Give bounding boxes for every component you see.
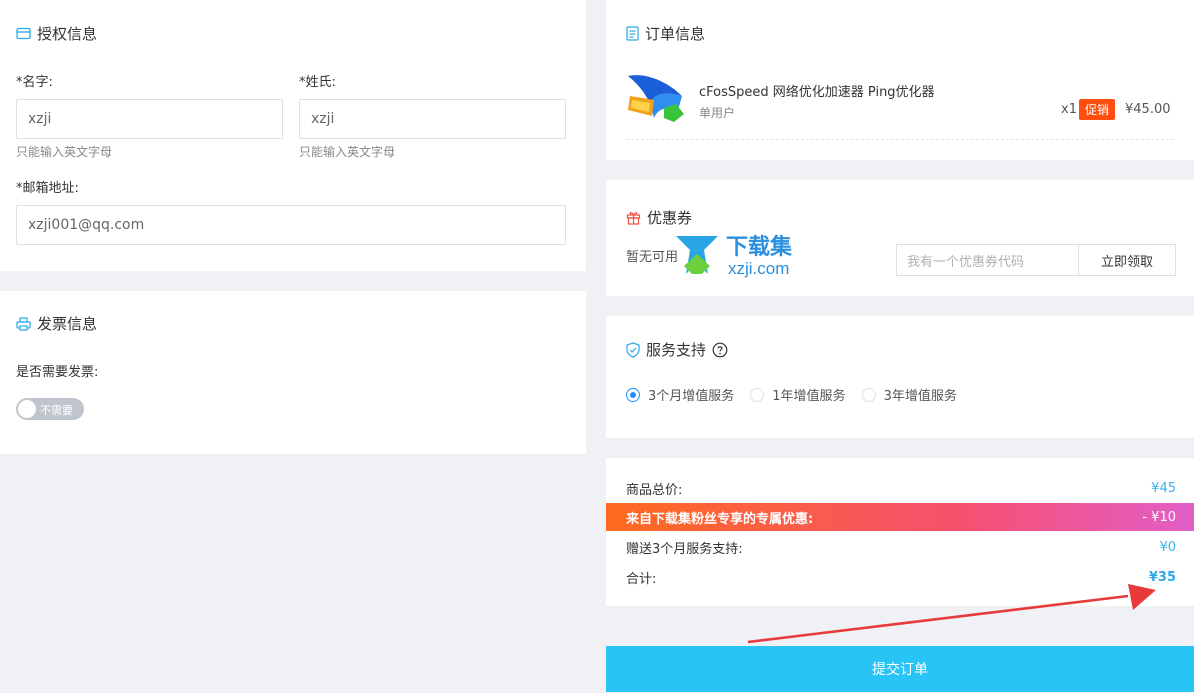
discount-row: 来自下载集粉丝专享的专属优惠: - ¥10 bbox=[606, 503, 1194, 531]
total-price-label: 商品总价: bbox=[626, 482, 683, 498]
watermark-logo: 下载集 xzji.com bbox=[676, 234, 793, 278]
sum-row: 合计: ¥35 bbox=[606, 563, 1194, 591]
promo-badge: 促销 bbox=[1079, 99, 1116, 120]
service-option-3-months[interactable]: 3个月增值服务 bbox=[626, 385, 734, 404]
email-input[interactable]: xzji001@qq.com bbox=[16, 205, 566, 245]
coupon-title-text: 优惠券 bbox=[647, 209, 693, 227]
card-icon bbox=[16, 27, 31, 40]
first-name-hint: 只能输入英文字母 bbox=[16, 145, 113, 159]
order-title-text: 订单信息 bbox=[645, 25, 706, 43]
watermark-en: xzji.com bbox=[728, 259, 789, 278]
watermark-cn: 下载集 bbox=[726, 234, 793, 259]
gift-row: 赠送3个月服务支持: ¥0 bbox=[606, 533, 1194, 561]
product-logo-icon bbox=[628, 75, 684, 122]
service-option-label: 3个月增值服务 bbox=[648, 389, 735, 404]
radio-checked[interactable] bbox=[626, 387, 640, 402]
divider bbox=[626, 139, 1174, 140]
first-name-value: xzji bbox=[28, 111, 52, 127]
last-name-input[interactable]: xzji bbox=[299, 99, 566, 139]
last-name-label: *姓氏: bbox=[299, 75, 336, 90]
gift-value: ¥0 bbox=[1159, 539, 1176, 555]
service-option-label: 1年增值服务 bbox=[772, 389, 846, 404]
email-label: *邮箱地址: bbox=[16, 181, 79, 196]
service-option-1-year[interactable]: 1年增值服务 bbox=[750, 385, 846, 404]
claim-coupon-button[interactable]: 立即领取 bbox=[1078, 244, 1176, 276]
sum-label: 合计: bbox=[626, 571, 657, 587]
sum-value: ¥35 bbox=[1148, 569, 1176, 585]
product-qty: x1 bbox=[1061, 102, 1077, 117]
invoice-title-text: 发票信息 bbox=[37, 315, 98, 333]
coupon-none-text: 暂无可用 bbox=[626, 250, 679, 265]
order-panel: 订单信息 cFosSpeed 网络优化加速器 Ping优化器 单用户 x1 促销… bbox=[606, 0, 1194, 160]
total-price-value: ¥45 bbox=[1151, 480, 1176, 496]
invoice-question: 是否需要发票: bbox=[16, 365, 99, 380]
service-title-text: 服务支持 bbox=[646, 341, 707, 359]
summary-panel: 商品总价: ¥45 来自下载集粉丝专享的专属优惠: - ¥10 赠送3个月服务支… bbox=[606, 458, 1194, 606]
service-panel: 服务支持 3个月增值服务 1年增值服务 3年增值服务 bbox=[606, 316, 1194, 438]
gift-icon bbox=[626, 212, 641, 225]
total-price-row: 商品总价: ¥45 bbox=[606, 474, 1194, 502]
service-options: 3个月增值服务 1年增值服务 3年增值服务 bbox=[626, 385, 973, 404]
coupon-code-input[interactable]: 我有一个优惠券代码 bbox=[896, 244, 1079, 276]
radio-unchecked[interactable] bbox=[861, 387, 876, 402]
last-name-value: xzji bbox=[311, 111, 335, 127]
invoice-toggle[interactable]: 不需要 bbox=[16, 398, 84, 420]
auth-panel: 授权信息 *名字: xzji 只能输入英文字母 *姓氏: xzji 只能输入英文… bbox=[0, 0, 586, 271]
shield-check-icon bbox=[626, 341, 640, 358]
auth-title-text: 授权信息 bbox=[37, 25, 98, 43]
toggle-text: 不需要 bbox=[40, 404, 73, 417]
discount-value: - ¥10 bbox=[1142, 509, 1176, 525]
service-option-label: 3年增值服务 bbox=[883, 389, 957, 404]
product-name: cFosSpeed 网络优化加速器 Ping优化器 bbox=[699, 85, 935, 100]
printer-icon bbox=[16, 316, 31, 331]
auth-title: 授权信息 bbox=[16, 23, 97, 44]
coupon-title: 优惠券 bbox=[626, 207, 692, 228]
gift-label: 赠送3个月服务支持: bbox=[626, 541, 743, 557]
radio-unchecked[interactable] bbox=[750, 387, 765, 402]
first-name-input[interactable]: xzji bbox=[16, 99, 283, 139]
coupon-placeholder: 我有一个优惠券代码 bbox=[907, 254, 1025, 270]
toggle-knob bbox=[18, 400, 36, 418]
service-option-3-years[interactable]: 3年增值服务 bbox=[861, 385, 957, 404]
order-title: 订单信息 bbox=[626, 23, 705, 44]
last-name-hint: 只能输入英文字母 bbox=[299, 145, 396, 159]
service-title: 服务支持 bbox=[626, 339, 728, 360]
document-icon bbox=[626, 26, 639, 41]
help-icon[interactable] bbox=[712, 342, 728, 358]
coupon-panel: 优惠券 暂无可用 下载集 xzji.com 我有一个优惠券代码 立即领取 bbox=[606, 180, 1194, 296]
discount-label: 来自下载集粉丝专享的专属优惠: bbox=[626, 511, 814, 527]
submit-order-button[interactable]: 提交订单 bbox=[606, 646, 1194, 692]
email-value: xzji001@qq.com bbox=[28, 217, 145, 233]
invoice-title: 发票信息 bbox=[16, 313, 97, 334]
first-name-label: *名字: bbox=[16, 75, 53, 90]
invoice-panel: 发票信息 是否需要发票: 不需要 bbox=[0, 291, 586, 454]
product-price: ¥45.00 bbox=[1125, 102, 1171, 117]
product-edition: 单用户 bbox=[699, 106, 736, 120]
